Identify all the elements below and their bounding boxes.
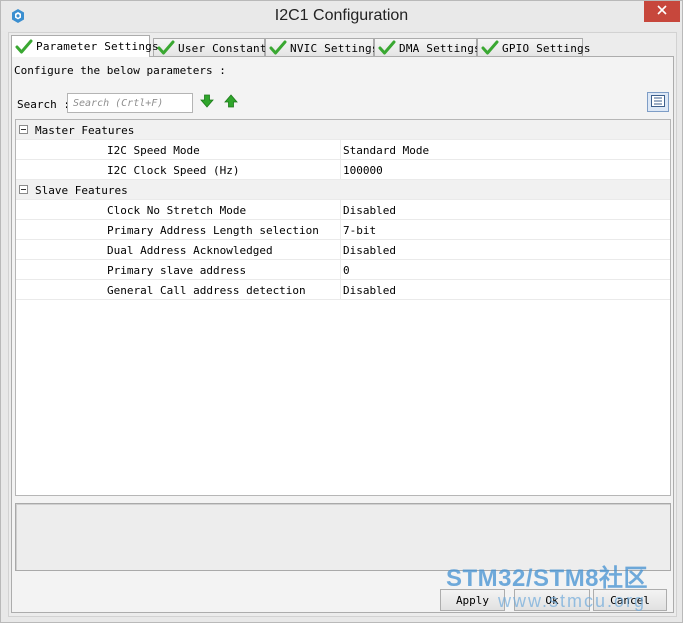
column-divider	[340, 140, 341, 160]
tab-label: Parameter Settings	[36, 40, 159, 53]
collapse-icon[interactable]	[19, 125, 28, 134]
apply-button[interactable]: Apply	[440, 589, 505, 611]
tab-label: GPIO Settings	[502, 41, 591, 55]
table-row[interactable]: General Call address detection Disabled	[16, 280, 670, 300]
search-next-button[interactable]	[199, 94, 214, 111]
column-divider	[340, 280, 341, 300]
group-label: Master Features	[35, 124, 135, 137]
parameter-grid: Master Features I2C Speed Mode Standard …	[15, 119, 671, 496]
param-name: I2C Speed Mode	[107, 144, 200, 157]
tab-parameter-settings[interactable]: Parameter Settings	[11, 35, 159, 57]
param-value[interactable]: Disabled	[343, 244, 396, 257]
green-check-icon	[157, 40, 175, 56]
search-input[interactable]	[67, 93, 193, 113]
param-name: Primary Address Length selection	[107, 224, 319, 237]
tab-gpio-settings[interactable]: GPIO Settings	[477, 38, 591, 57]
column-divider	[340, 160, 341, 180]
column-divider	[340, 220, 341, 240]
group-label: Slave Features	[35, 184, 128, 197]
param-value[interactable]: 100000	[343, 164, 383, 177]
green-check-icon	[269, 40, 287, 56]
table-row[interactable]: Dual Address Acknowledged Disabled	[16, 240, 670, 260]
tab-nvic-settings[interactable]: NVIC Settings	[265, 38, 379, 57]
dialog-client: Parameter Settings User Constants NVIC S…	[8, 32, 677, 617]
tab-label: NVIC Settings	[290, 41, 379, 55]
green-check-icon	[15, 39, 33, 55]
param-name: Primary slave address	[107, 264, 247, 277]
param-value[interactable]: Disabled	[343, 284, 396, 297]
tab-user-constants[interactable]: User Constants	[153, 38, 273, 57]
collapse-icon[interactable]	[19, 185, 28, 194]
toggle-view-button[interactable]	[647, 92, 669, 112]
column-divider	[340, 260, 341, 280]
param-name: General Call address detection	[107, 284, 306, 297]
ok-button[interactable]: Ok	[514, 589, 590, 611]
tab-label: DMA Settings	[399, 41, 481, 55]
green-check-icon	[378, 40, 396, 56]
arrow-down-icon	[199, 94, 214, 111]
column-divider	[340, 240, 341, 260]
param-name: Clock No Stretch Mode	[107, 204, 247, 217]
dialog-window: I2C1 Configuration Parameter Settings Us…	[0, 0, 683, 623]
param-value[interactable]: 7-bit	[343, 224, 376, 237]
group-row-slave-features[interactable]: Slave Features	[16, 180, 670, 200]
search-label: Search :	[17, 98, 70, 111]
table-row[interactable]: I2C Speed Mode Standard Mode	[16, 140, 670, 160]
param-name: I2C Clock Speed (Hz)	[107, 164, 240, 177]
table-row[interactable]: Primary Address Length selection 7-bit	[16, 220, 670, 240]
arrow-up-icon	[223, 94, 238, 111]
tab-label: User Constants	[178, 41, 274, 55]
table-row[interactable]: Primary slave address 0	[16, 260, 670, 280]
param-name: Dual Address Acknowledged	[107, 244, 273, 257]
list-view-icon	[651, 94, 665, 110]
group-row-master-features[interactable]: Master Features	[16, 120, 670, 140]
param-value[interactable]: 0	[343, 264, 350, 277]
cancel-button[interactable]: Cancel	[593, 589, 667, 611]
parameter-description-box	[15, 503, 671, 571]
tab-dma-settings[interactable]: DMA Settings	[374, 38, 481, 57]
close-button[interactable]	[644, 1, 680, 22]
column-divider	[340, 200, 341, 220]
table-row[interactable]: I2C Clock Speed (Hz) 100000	[16, 160, 670, 180]
green-check-icon	[481, 40, 499, 56]
title-bar[interactable]: I2C1 Configuration	[1, 1, 682, 31]
param-value[interactable]: Standard Mode	[343, 144, 429, 157]
window-title: I2C1 Configuration	[274, 7, 409, 24]
search-previous-button[interactable]	[223, 94, 238, 111]
instruction-text: Configure the below parameters :	[14, 64, 226, 77]
parameter-settings-panel: Configure the below parameters : Search …	[11, 56, 674, 613]
close-icon	[657, 5, 667, 18]
table-row[interactable]: Clock No Stretch Mode Disabled	[16, 200, 670, 220]
param-value[interactable]: Disabled	[343, 204, 396, 217]
